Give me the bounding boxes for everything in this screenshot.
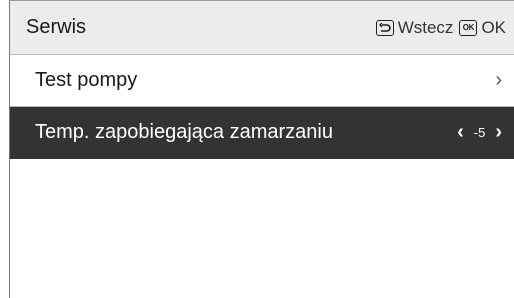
antifreeze-temp-value: -5	[473, 125, 486, 140]
header-bar: Serwis Wstecz OK OK	[10, 1, 514, 55]
chevron-right-icon: ›	[495, 69, 502, 91]
menu-item-label: Temp. zapobiegająca zamarzaniu	[35, 121, 333, 143]
service-screen: Serwis Wstecz OK OK Test pompy › Temp. z…	[9, 0, 514, 298]
ok-label: OK	[481, 17, 506, 37]
header-actions: Wstecz OK OK	[375, 17, 506, 38]
back-label: Wstecz	[397, 17, 454, 37]
chevron-left-icon[interactable]: ‹	[457, 121, 464, 144]
value-stepper[interactable]: ‹ -5 ›	[457, 121, 502, 144]
menu-item-antifreeze-temp[interactable]: Temp. zapobiegająca zamarzaniu ‹ -5 ›	[10, 107, 514, 159]
back-arrow-icon	[375, 19, 394, 36]
back-button[interactable]: Wstecz	[375, 17, 454, 38]
service-menu: Test pompy › Temp. zapobiegająca zamarza…	[10, 55, 514, 159]
ok-button[interactable]: OK OK	[459, 18, 506, 38]
menu-item-label: Test pompy	[35, 69, 138, 91]
chevron-right-icon[interactable]: ›	[495, 121, 502, 144]
ok-key-icon: OK	[459, 19, 478, 36]
menu-item-pump-test[interactable]: Test pompy ›	[10, 55, 514, 107]
page-title: Serwis	[26, 16, 87, 38]
